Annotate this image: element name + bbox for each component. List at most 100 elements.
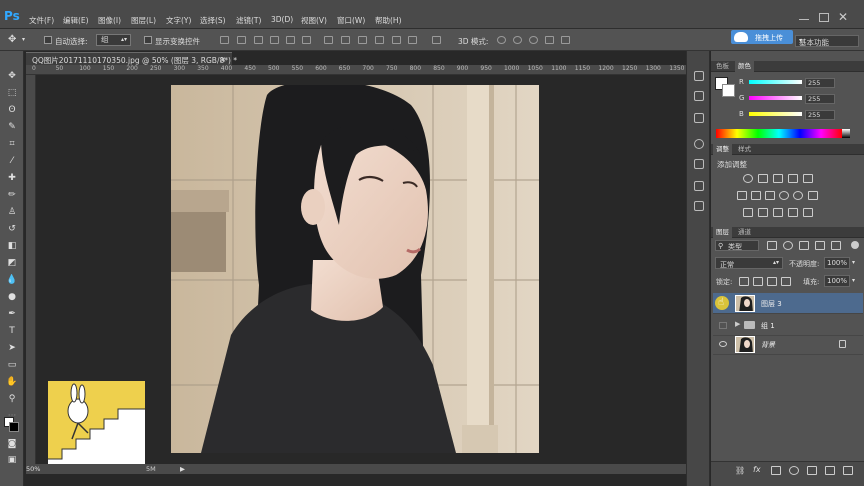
layer-row-layer3[interactable]: ☝ 图层 3 — [713, 293, 863, 314]
filter-type-icon[interactable] — [799, 241, 809, 250]
selective-color-icon[interactable] — [788, 208, 798, 217]
channel-b-value[interactable]: 255 — [805, 110, 835, 120]
pen-tool-icon[interactable]: ✒ — [6, 309, 18, 320]
tab-layers[interactable]: 图层 — [713, 227, 732, 238]
auto-select-checkbox[interactable] — [44, 36, 52, 44]
color-lookup-icon[interactable] — [808, 191, 818, 200]
brightness-icon[interactable] — [743, 174, 753, 183]
tab-adjustments[interactable]: 调整 — [713, 144, 732, 155]
layer-filter-dropdown[interactable]: ⚲ 类型 — [715, 240, 759, 251]
menu-view[interactable]: 视图(V) — [301, 15, 327, 26]
screen-mode-icon[interactable]: ▣ — [6, 455, 18, 466]
workspace-dropdown[interactable]: 基本功能 ▾ — [795, 35, 859, 47]
align-left-icon[interactable] — [270, 36, 279, 44]
distribute-left-icon[interactable] — [375, 36, 384, 44]
align-right-icon[interactable] — [302, 36, 311, 44]
posterize-icon[interactable] — [758, 208, 768, 217]
healing-brush-tool-icon[interactable]: ✚ — [6, 173, 18, 184]
opacity-input[interactable]: 100% — [824, 257, 850, 269]
show-transform-checkbox[interactable] — [144, 36, 152, 44]
distribute-vcenter-icon[interactable] — [341, 36, 350, 44]
channel-r-value[interactable]: 255 — [805, 78, 835, 88]
blend-mode-dropdown[interactable]: 正常 ▴▾ — [715, 257, 783, 269]
move-tool-icon[interactable]: ✥ — [8, 34, 16, 45]
3d-roll-icon[interactable] — [513, 36, 522, 44]
gradient-tool-icon[interactable]: ◩ — [6, 258, 18, 269]
auto-select-dropdown[interactable]: 组 ▴▾ — [96, 34, 131, 46]
align-top-icon[interactable] — [220, 36, 229, 44]
opacity-chevron-icon[interactable]: ▾ — [852, 259, 855, 266]
layer3-thumbnail[interactable] — [735, 295, 755, 312]
layer-style-icon[interactable]: fx — [753, 465, 761, 474]
history-brush-tool-icon[interactable]: ↺ — [6, 224, 18, 235]
color-balance-icon[interactable] — [751, 191, 761, 200]
maximize-button[interactable] — [819, 13, 829, 22]
crop-tool-icon[interactable]: ⌗ — [6, 139, 18, 150]
group1-name[interactable]: 组 1 — [761, 321, 775, 331]
quick-select-tool-icon[interactable]: ✎ — [6, 122, 18, 133]
new-adjustment-icon[interactable] — [789, 466, 799, 475]
photo-canvas[interactable] — [171, 85, 539, 453]
eyedropper-tool-icon[interactable]: ⁄ — [6, 156, 18, 167]
tab-channels[interactable]: 通道 — [735, 227, 754, 238]
close-button[interactable]: ✕ — [838, 10, 848, 24]
menu-type[interactable]: 文字(Y) — [166, 15, 191, 26]
3d-rotate-icon[interactable] — [497, 36, 506, 44]
distribute-hcenter-icon[interactable] — [392, 36, 401, 44]
levels-icon[interactable] — [758, 174, 768, 183]
lasso-tool-icon[interactable]: ʘ — [6, 105, 18, 116]
align-bottom-icon[interactable] — [254, 36, 263, 44]
navigator-panel-icon[interactable] — [694, 139, 704, 149]
path-select-tool-icon[interactable]: ➤ — [6, 343, 18, 354]
layer3-name[interactable]: 图层 3 — [761, 299, 782, 309]
curves-icon[interactable] — [773, 174, 783, 183]
invert-icon[interactable] — [743, 208, 753, 217]
distribute-bottom-icon[interactable] — [358, 36, 367, 44]
expand-arrow-icon[interactable]: ▶ — [735, 320, 740, 328]
properties-panel-icon[interactable] — [694, 91, 704, 101]
exposure-icon[interactable] — [788, 174, 798, 183]
align-hcenter-icon[interactable] — [286, 36, 295, 44]
layer-row-group1[interactable]: ▶ 组 1 — [713, 315, 863, 336]
tool-preset-chevron-icon[interactable]: ▾ — [22, 36, 25, 43]
delete-layer-icon[interactable] — [843, 466, 853, 475]
filter-toggle-icon[interactable] — [851, 241, 859, 249]
hand-tool-icon[interactable]: ✋ — [6, 377, 18, 388]
color-spectrum-bar[interactable] — [716, 129, 842, 138]
minimize-button[interactable] — [799, 19, 809, 21]
background-thumbnail[interactable] — [735, 336, 755, 353]
eye-icon[interactable] — [719, 341, 727, 347]
menu-layer[interactable]: 图层(L) — [131, 15, 156, 26]
filter-pixel-icon[interactable] — [767, 241, 777, 250]
menu-select[interactable]: 选择(S) — [200, 15, 226, 26]
lock-pixels-icon[interactable] — [753, 277, 763, 286]
add-mask-icon[interactable] — [771, 466, 781, 475]
lock-transparent-icon[interactable] — [739, 277, 749, 286]
background-color-swatch[interactable] — [9, 422, 19, 432]
shape-tool-icon[interactable]: ▭ — [6, 360, 18, 371]
status-arrow-icon[interactable]: ▶ — [180, 465, 185, 473]
3d-slide-icon[interactable] — [545, 36, 554, 44]
move-tool-icon[interactable]: ✥ — [6, 71, 18, 82]
tab-swatches[interactable]: 色板 — [713, 61, 732, 72]
tab-color[interactable]: 颜色 — [735, 61, 754, 72]
link-layers-icon[interactable]: ⛓ — [735, 466, 745, 475]
visibility-off-box[interactable] — [719, 322, 727, 329]
brush-panel-icon[interactable] — [694, 201, 704, 211]
info-panel-icon[interactable] — [694, 113, 704, 123]
distribute-top-icon[interactable] — [324, 36, 333, 44]
gradient-map-icon[interactable] — [803, 208, 813, 217]
type-tool-icon[interactable]: T — [6, 326, 18, 337]
menu-edit[interactable]: 编辑(E) — [63, 15, 89, 26]
grayscale-ramp[interactable] — [842, 129, 850, 138]
fill-chevron-icon[interactable]: ▾ — [852, 277, 855, 284]
channel-mixer-icon[interactable] — [793, 191, 803, 200]
menu-help[interactable]: 帮助(H) — [375, 15, 402, 26]
tab-styles[interactable]: 样式 — [735, 144, 754, 155]
hue-saturation-icon[interactable] — [737, 191, 747, 200]
black-white-icon[interactable] — [765, 191, 775, 200]
lock-all-icon[interactable] — [781, 277, 791, 286]
filter-smart-icon[interactable] — [831, 241, 841, 250]
new-layer-icon[interactable] — [825, 466, 835, 475]
channel-g-slider[interactable] — [749, 96, 802, 100]
